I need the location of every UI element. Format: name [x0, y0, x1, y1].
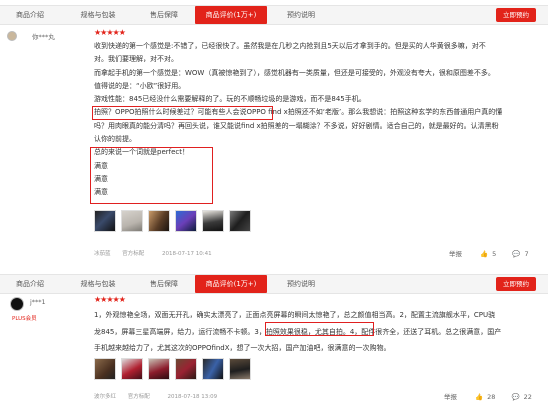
- like-count: 5: [492, 250, 497, 258]
- like-button[interactable]: 👍 5: [476, 250, 498, 258]
- review-photo-4[interactable]: [175, 210, 197, 232]
- color-tag: 冰茄蓝: [94, 251, 111, 257]
- comment-button[interactable]: 💬 22: [508, 393, 532, 401]
- comment-icon: 💬: [511, 393, 520, 401]
- review-photo-5[interactable]: [202, 358, 224, 380]
- reviewer-name: 你***丸: [32, 33, 55, 41]
- review-line: 游戏性能：845已经没什么需要解释的了。玩的不顺畅垃圾的是游戏，而不是845手机…: [94, 95, 366, 104]
- review-line: 值得说的是：“小欧”很好用。: [94, 81, 186, 90]
- review-date: 2018-07-18 13:09: [167, 394, 218, 400]
- highlight-box-camera: [92, 106, 273, 120]
- review-actions: 举报 👍 28 💬 22: [440, 391, 532, 401]
- tab-reservation-info[interactable]: 预约说明: [275, 6, 327, 24]
- review-line: 认你的前提。: [94, 135, 136, 144]
- tab-after-sales[interactable]: 售后保障: [138, 6, 190, 24]
- highlight-box-selfie: [265, 322, 374, 336]
- review-photo-6[interactable]: [229, 210, 251, 232]
- review-meta: 冰茄蓝 官方标配 2018-07-17 10:41: [94, 249, 212, 257]
- comment-count: 7: [524, 250, 529, 258]
- review-photo-6[interactable]: [229, 358, 251, 380]
- tab-specs[interactable]: 规格与包装: [68, 275, 128, 293]
- review-line: 而拿起手机的第一个感觉是：WOW（真被惊艳到了），感觉机器有一类质量，但还是可接…: [94, 68, 495, 77]
- report-link[interactable]: 举报: [444, 393, 457, 401]
- thumbs-up-icon: 👍: [475, 393, 484, 401]
- like-count: 28: [487, 393, 496, 401]
- comment-icon: 💬: [512, 250, 521, 258]
- review-photo-1[interactable]: [94, 358, 116, 380]
- review-photo-2[interactable]: [121, 210, 143, 232]
- highlight-box-summary: [90, 147, 213, 204]
- tab-reservation-info[interactable]: 预约说明: [275, 275, 327, 293]
- spec-tag: 官方标配: [127, 394, 150, 400]
- tab-reviews[interactable]: 商品评价(1万+): [195, 275, 267, 293]
- tab-product-intro[interactable]: 商品介绍: [6, 6, 54, 24]
- avatar: [7, 31, 17, 41]
- rating-stars: ★★★★★: [94, 295, 126, 304]
- like-button[interactable]: 👍 28: [471, 393, 497, 401]
- product-tab-bar: 商品介绍 规格与包装 售后保障 商品评价(1万+) 预约说明 立即预约: [0, 5, 548, 25]
- review-photo-3[interactable]: [148, 210, 170, 232]
- tab-reviews[interactable]: 商品评价(1万+): [195, 6, 267, 24]
- tab-after-sales[interactable]: 售后保障: [138, 275, 190, 293]
- comment-count: 22: [523, 393, 532, 401]
- rating-stars: ★★★★★: [94, 28, 126, 37]
- tab-specs[interactable]: 规格与包装: [68, 6, 128, 24]
- review-line: 对。我们要理解，对不对。: [94, 55, 178, 64]
- reserve-now-button[interactable]: 立即预约: [496, 8, 536, 22]
- review-photo-3[interactable]: [148, 358, 170, 380]
- tab-product-intro[interactable]: 商品介绍: [6, 275, 54, 293]
- spec-tag: 官方标配: [122, 251, 145, 257]
- reviewer-name: j***1: [30, 298, 46, 306]
- review-actions: 举报 👍 5 💬 7: [445, 248, 529, 258]
- review-meta: 波尔多红 官方标配 2018-07-18 13:09: [94, 392, 217, 400]
- product-tab-bar-secondary: 商品介绍 规格与包装 售后保障 商品评价(1万+) 预约说明 立即预约: [0, 274, 548, 294]
- review-photo-2[interactable]: [121, 358, 143, 380]
- review-line: 吗？用肉眼真的能分清吗？再回头说，谁又能说find x拍照差的一塌糊涂？不多说，…: [94, 121, 499, 130]
- review-photo-4[interactable]: [175, 358, 197, 380]
- review-photos: [94, 358, 251, 380]
- review-photo-5[interactable]: [202, 210, 224, 232]
- plus-member-badge: PLUS会员: [12, 316, 37, 322]
- comment-button[interactable]: 💬 7: [508, 250, 528, 258]
- review-line: 收到快递的第一个感觉是:不错了，已经很快了。虽然我是在几秒之内抢到且5天以后才拿…: [94, 42, 486, 50]
- report-link[interactable]: 举报: [449, 250, 462, 258]
- review-line: 手机越来越给力了，尤其这次的OPPOfindX，想了一次大招，国产加油吧，很满意…: [94, 344, 391, 352]
- reserve-now-button[interactable]: 立即预约: [496, 277, 536, 291]
- review-photo-1[interactable]: [94, 210, 116, 232]
- thumbs-up-icon: 👍: [480, 250, 489, 258]
- color-tag: 波尔多红: [94, 394, 117, 400]
- review-date: 2018-07-17 10:41: [162, 251, 212, 257]
- avatar: [10, 297, 24, 311]
- review-photos: [94, 210, 251, 232]
